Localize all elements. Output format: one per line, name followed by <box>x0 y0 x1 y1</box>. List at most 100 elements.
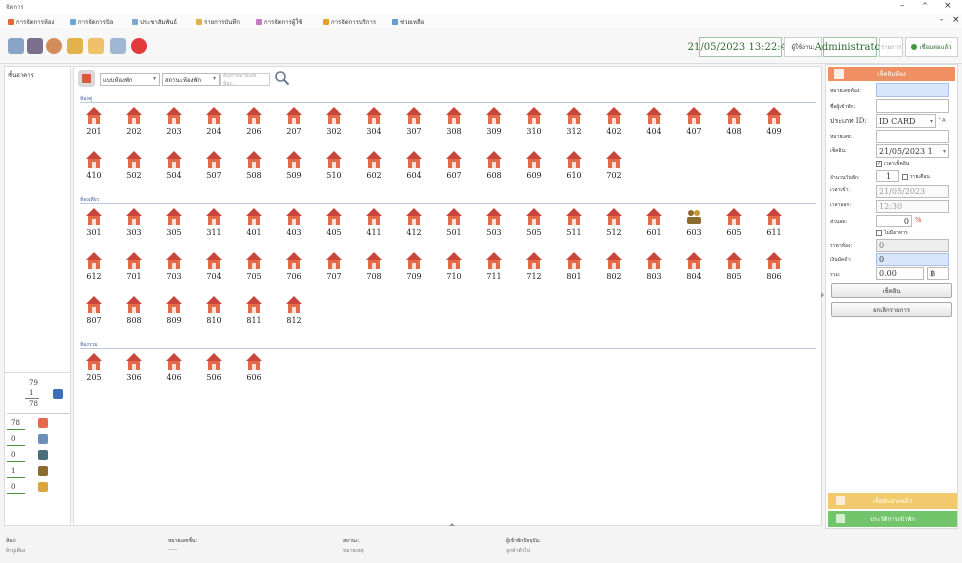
room-tile[interactable]: 706 <box>277 251 311 289</box>
menu-item-2[interactable]: ประชาสัมพันธ์ <box>132 16 177 27</box>
room-tile[interactable]: 807 <box>77 295 111 333</box>
room-tile[interactable]: 803 <box>637 251 671 289</box>
room-tile[interactable]: 709 <box>397 251 431 289</box>
room-tile[interactable]: 401 <box>237 207 271 245</box>
id-type-select[interactable]: ID CARD ▾ <box>876 114 936 128</box>
key-icon[interactable] <box>88 38 104 54</box>
room-tile[interactable]: 507 <box>197 150 231 188</box>
room-tile[interactable]: 712 <box>517 251 551 289</box>
room-tile[interactable]: 309 <box>477 106 511 144</box>
room-tile[interactable]: 801 <box>557 251 591 289</box>
menu-item-6[interactable]: ช่วยเหลือ <box>392 16 424 27</box>
room-tile[interactable]: 304 <box>357 106 391 144</box>
repair-icon[interactable] <box>38 450 48 460</box>
room-no-field[interactable] <box>876 83 949 97</box>
room-tile[interactable]: 301 <box>77 207 111 245</box>
room-tile[interactable]: 501 <box>437 207 471 245</box>
breakfast-checkbox[interactable]: ไม่มีอาหาร <box>876 229 908 237</box>
close-button[interactable]: × <box>944 1 952 11</box>
room-tile[interactable]: 704 <box>197 251 231 289</box>
room-tile[interactable]: 203 <box>157 106 191 144</box>
room-tile[interactable]: 808 <box>117 295 151 333</box>
room-type-select[interactable]: แบบห้องพัก ▾ <box>100 73 160 86</box>
clean-icon[interactable] <box>38 434 48 444</box>
room-tile[interactable]: 411 <box>357 207 391 245</box>
refresh-icon[interactable] <box>53 389 63 399</box>
room-tile[interactable]: 505 <box>517 207 551 245</box>
advance-checkin-bar[interactable]: เช็คอินล่วงหน้า <box>828 493 957 509</box>
room-view-icon[interactable] <box>78 70 95 87</box>
child-close-button[interactable]: × <box>952 15 960 25</box>
room-tile[interactable]: 605 <box>717 207 751 245</box>
room-tile[interactable]: 506 <box>197 352 231 390</box>
room-tile[interactable]: 710 <box>437 251 471 289</box>
room-tile[interactable]: 204 <box>197 106 231 144</box>
days-stepper[interactable]: 1 <box>876 170 899 182</box>
menu-item-3[interactable]: รายการบันทึก <box>196 16 240 27</box>
room-tile[interactable]: 310 <box>517 106 551 144</box>
checkin-date-picker[interactable]: 21/05/2023 1 ▾ <box>876 144 949 158</box>
room-tile[interactable]: 509 <box>277 150 311 188</box>
room-tile[interactable]: 201 <box>77 106 111 144</box>
room-tile[interactable]: 312 <box>557 106 591 144</box>
room-tile[interactable]: 512 <box>597 207 631 245</box>
room-tile[interactable]: 510 <box>317 150 351 188</box>
splitter-arrow-icon[interactable] <box>821 292 824 298</box>
room-tile[interactable]: 307 <box>397 106 431 144</box>
room-tile[interactable]: 607 <box>437 150 471 188</box>
building-icon[interactable] <box>27 38 43 54</box>
room-tile[interactable]: 511 <box>557 207 591 245</box>
maximize-button[interactable]: ^ <box>922 1 928 11</box>
room-tile[interactable]: 402 <box>597 106 631 144</box>
id-no-field[interactable] <box>876 130 949 143</box>
monthly-checkbox[interactable]: รายเดือน <box>902 173 930 181</box>
checkin-button[interactable]: เช็คอิน <box>831 283 952 298</box>
room-tile[interactable]: 606 <box>237 352 271 390</box>
deposit-field[interactable]: 0 <box>876 253 949 266</box>
room-tile[interactable]: 609 <box>517 150 551 188</box>
room-tile[interactable]: 306 <box>117 352 151 390</box>
power-icon[interactable] <box>131 38 147 54</box>
room-tile[interactable]: 412 <box>397 207 431 245</box>
room-tile[interactable]: 805 <box>717 251 751 289</box>
room-tile[interactable]: 403 <box>277 207 311 245</box>
room-tile[interactable]: 707 <box>317 251 351 289</box>
room-tile[interactable]: 405 <box>317 207 351 245</box>
room-tile[interactable]: 302 <box>317 106 351 144</box>
room-tile[interactable]: 508 <box>237 150 271 188</box>
menu-item-5[interactable]: การจัดการบริการ <box>323 16 376 27</box>
room-tile[interactable]: 602 <box>357 150 391 188</box>
room-tile[interactable]: 702 <box>597 150 631 188</box>
room-tile[interactable]: 603 <box>677 207 711 245</box>
room-tile[interactable]: 601 <box>637 207 671 245</box>
menu-item-1[interactable]: การจัดการบิล <box>70 16 113 27</box>
room-tile[interactable]: 207 <box>277 106 311 144</box>
room-tile[interactable]: 404 <box>637 106 671 144</box>
room-tile[interactable]: 703 <box>157 251 191 289</box>
room-tile[interactable]: 610 <box>557 150 591 188</box>
room-tile[interactable]: 804 <box>677 251 711 289</box>
room-tile[interactable]: 806 <box>757 251 791 289</box>
wrench-icon[interactable] <box>110 38 126 54</box>
room-tile[interactable]: 608 <box>477 150 511 188</box>
room-search-input[interactable]: ค้นหาหมายเลขห้อง... <box>220 73 270 87</box>
grid-icon[interactable] <box>8 38 24 54</box>
room-tile[interactable]: 604 <box>397 150 431 188</box>
room-tile[interactable]: 408 <box>717 106 751 144</box>
room-tile[interactable]: 311 <box>197 207 231 245</box>
room-tile[interactable]: 406 <box>157 352 191 390</box>
broom-icon[interactable] <box>67 38 83 54</box>
menu-item-4[interactable]: การจัดการผู้ใช้ <box>256 16 302 27</box>
scan-id-icon[interactable]: ⁺ᴀ <box>938 116 946 124</box>
booking-icon[interactable] <box>38 482 48 492</box>
clear-button[interactable]: ยกเลิกรายการ <box>831 302 952 317</box>
room-tile[interactable]: 802 <box>597 251 631 289</box>
currency-select[interactable]: ฿ <box>927 267 949 280</box>
house-icon[interactable] <box>38 418 48 428</box>
room-tile[interactable]: 711 <box>477 251 511 289</box>
search-icon[interactable] <box>274 70 290 86</box>
room-tile[interactable]: 202 <box>117 106 151 144</box>
room-tile[interactable]: 611 <box>757 207 791 245</box>
room-tile[interactable]: 811 <box>237 295 271 333</box>
history-bar[interactable]: ประวัติการเข้าพัก <box>828 511 957 527</box>
